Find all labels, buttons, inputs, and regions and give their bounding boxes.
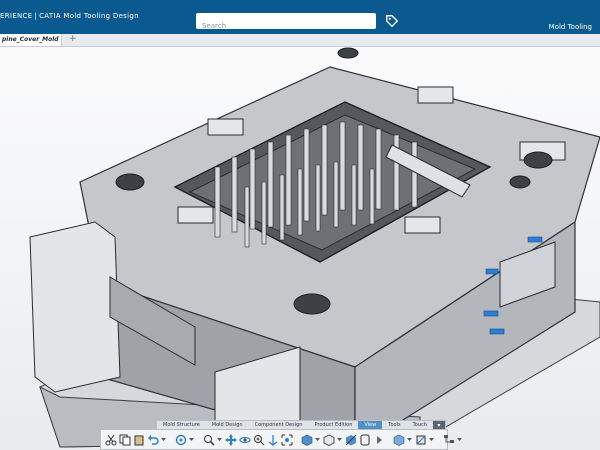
brand-separator: | [34, 12, 38, 20]
render-dropdown-icon[interactable] [407, 433, 412, 447]
document-tab[interactable]: pine_Cover_Mold [0, 34, 62, 46]
play-icon[interactable] [373, 433, 385, 447]
view-mode-dropdown-icon[interactable] [315, 433, 320, 447]
update-icon[interactable] [175, 433, 187, 447]
update-dropdown-icon[interactable] [189, 433, 194, 447]
search-box[interactable] [196, 13, 376, 34]
cut-icon[interactable] [105, 433, 117, 447]
tab-bar: pine_Cover_Mold + [0, 34, 600, 47]
copy-icon[interactable] [119, 433, 131, 447]
top-bar: ERIENCE|CATIA Mold Tooling Design Mold T… [0, 0, 600, 34]
section-icon[interactable] [415, 433, 427, 447]
search-input[interactable] [202, 18, 370, 34]
paste-icon[interactable] [133, 433, 145, 447]
brand-app-name: Mold Tooling Design [63, 12, 139, 20]
swap-icon[interactable] [359, 433, 371, 447]
app-title[interactable]: Mold Tooling [549, 23, 592, 31]
zoom-area-icon[interactable] [203, 433, 215, 447]
normal-view-icon[interactable] [267, 433, 279, 447]
fit-all-icon[interactable] [281, 433, 293, 447]
undo-dropdown-icon[interactable] [161, 433, 166, 447]
view-mode-icon[interactable] [301, 433, 313, 447]
brand-3dexperience: ERIENCE [0, 12, 33, 20]
pan-icon[interactable] [225, 433, 237, 447]
tag-icon[interactable] [385, 14, 399, 28]
rotate-icon[interactable] [239, 433, 251, 447]
action-bar: Mold Structure Mold Design Component Des… [100, 420, 462, 450]
hide-show-icon[interactable] [345, 433, 357, 447]
zoom-dropdown-icon[interactable] [217, 433, 222, 447]
undo-icon[interactable] [147, 433, 159, 447]
iso-view-dropdown-icon[interactable] [337, 433, 342, 447]
tool-row [100, 429, 462, 450]
zoom-icon[interactable] [253, 433, 265, 447]
3d-viewport[interactable] [0, 47, 600, 450]
brand: ERIENCE | CATIA Mold Tooling Design [0, 12, 139, 20]
mold-model[interactable] [0, 47, 600, 450]
brand-catia: CATIA [39, 12, 61, 20]
render-icon[interactable] [393, 433, 405, 447]
iso-view-icon[interactable] [323, 433, 335, 447]
add-tab-icon[interactable]: + [69, 34, 77, 45]
section-dropdown-icon[interactable] [429, 433, 434, 447]
tree-dropdown-icon[interactable] [457, 433, 462, 447]
tree-icon[interactable] [443, 433, 455, 447]
